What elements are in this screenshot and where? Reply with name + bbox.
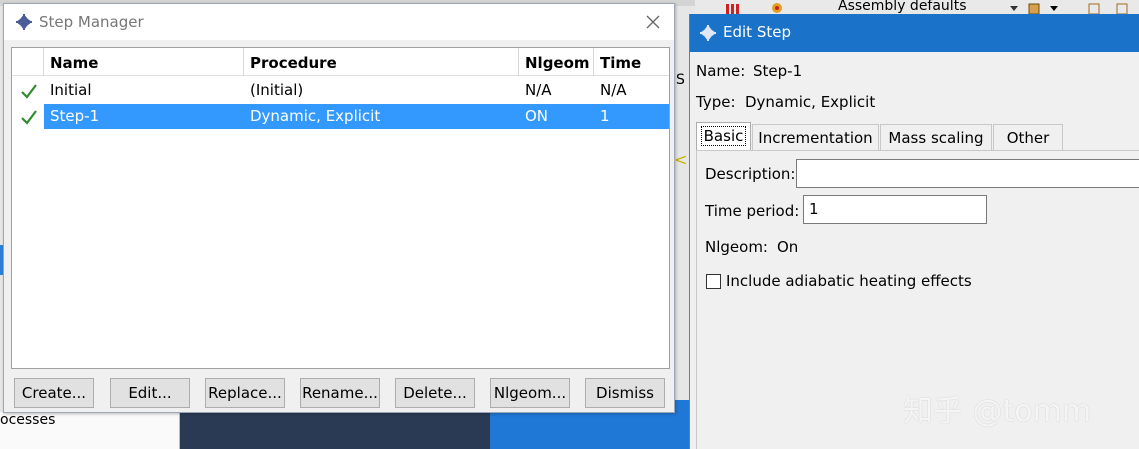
tab-incrementation[interactable]: Incrementation	[752, 124, 879, 150]
toolbar-wire-cube-icon[interactable]	[1087, 1, 1101, 15]
toolbar-wire-cube-icon-2[interactable]	[1115, 1, 1129, 15]
table-row-selected[interactable]: Step-1 Dynamic, Explicit ON 1	[12, 104, 669, 129]
edit-step-titlebar[interactable]: Edit Step	[690, 14, 1139, 52]
tab-mass-scaling[interactable]: Mass scaling	[880, 124, 992, 150]
edit-step-tabs: Basic Incrementation Mass scaling Other	[696, 122, 1139, 151]
table-header: Name Procedure Nlgeom Time	[12, 48, 669, 76]
step-name: Initial	[50, 81, 92, 99]
checkmark-icon	[21, 110, 37, 125]
column-time[interactable]: Time	[594, 48, 669, 76]
viewport-marker: <	[674, 150, 688, 169]
steps-table: Name Procedure Nlgeom Time Initial (Init…	[11, 47, 670, 369]
description-label: Description:	[705, 165, 796, 183]
dropdown-arrow-icon[interactable]	[1007, 1, 1021, 15]
step-name-value: Step-1	[753, 62, 803, 80]
column-status	[12, 48, 44, 76]
background-side-tab: S	[676, 72, 685, 88]
table-row[interactable]: Initial (Initial) N/A N/A	[12, 78, 669, 103]
step-name-label: Name:	[696, 62, 746, 80]
watermark: 知乎 @tomm	[903, 394, 1092, 429]
step-nlgeom: ON	[525, 107, 549, 125]
step-procedure: (Initial)	[250, 81, 304, 99]
step-procedure: Dynamic, Explicit	[250, 107, 381, 125]
step-name: Step-1	[50, 107, 100, 125]
step-time: 1	[600, 107, 610, 125]
edit-step-title: Edit Step	[723, 23, 791, 41]
column-procedure[interactable]: Procedure	[244, 48, 519, 76]
dismiss-button[interactable]: Dismiss	[585, 378, 665, 408]
rename-button[interactable]: Rename...	[300, 378, 380, 408]
replace-button[interactable]: Replace...	[205, 378, 285, 408]
toolbar-assembly-defaults[interactable]: Assembly defaults	[838, 0, 966, 14]
description-input[interactable]	[796, 159, 1139, 188]
adiabatic-heating-checkbox[interactable]	[706, 274, 721, 289]
delete-button[interactable]: Delete...	[395, 378, 475, 408]
checkmark-icon	[21, 84, 37, 99]
step-manager-title: Step Manager	[39, 13, 144, 31]
nlgeom-button[interactable]: Nlgeom...	[490, 378, 570, 408]
model-tree-processes[interactable]: ocesses	[0, 412, 55, 428]
step-nlgeom: N/A	[525, 81, 552, 99]
create-button[interactable]: Create...	[14, 378, 94, 408]
step-type-value: Dynamic, Explicit	[745, 93, 876, 111]
column-name[interactable]: Name	[44, 48, 244, 76]
toolbar-cube-icon[interactable]	[1027, 1, 1041, 15]
step-manager-button-bar: Create... Edit... Replace... Rename... D…	[4, 376, 674, 410]
toolbar-dropdown-icon[interactable]	[1047, 1, 1061, 15]
toolbar-red-icon[interactable]	[725, 1, 739, 15]
tab-basic-label: Basic	[700, 126, 747, 146]
time-period-input[interactable]: 1	[803, 195, 987, 224]
edit-button[interactable]: Edit...	[110, 378, 190, 408]
adiabatic-heating-label[interactable]: Include adiabatic heating effects	[726, 272, 972, 290]
tab-basic[interactable]: Basic	[696, 122, 751, 151]
abaqus-app-icon	[700, 25, 716, 41]
close-icon[interactable]	[642, 11, 664, 33]
nlgeom-label: Nlgeom:	[705, 238, 768, 256]
step-type-label: Type:	[696, 93, 736, 111]
abaqus-app-icon	[16, 14, 32, 30]
toolbar-flower-icon[interactable]	[770, 1, 784, 15]
edit-step-dialog: Edit Step Name: Step-1 Type: Dynamic, Ex…	[689, 14, 1139, 449]
nlgeom-value: On	[777, 238, 799, 256]
time-period-label: Time period:	[705, 202, 800, 220]
step-manager-titlebar[interactable]: Step Manager	[4, 4, 674, 40]
tab-other[interactable]: Other	[993, 124, 1063, 150]
column-nlgeom[interactable]: Nlgeom	[519, 48, 594, 76]
step-time: N/A	[600, 81, 627, 99]
step-manager-dialog: Step Manager Name Procedure Nlgeom Time …	[3, 3, 675, 413]
